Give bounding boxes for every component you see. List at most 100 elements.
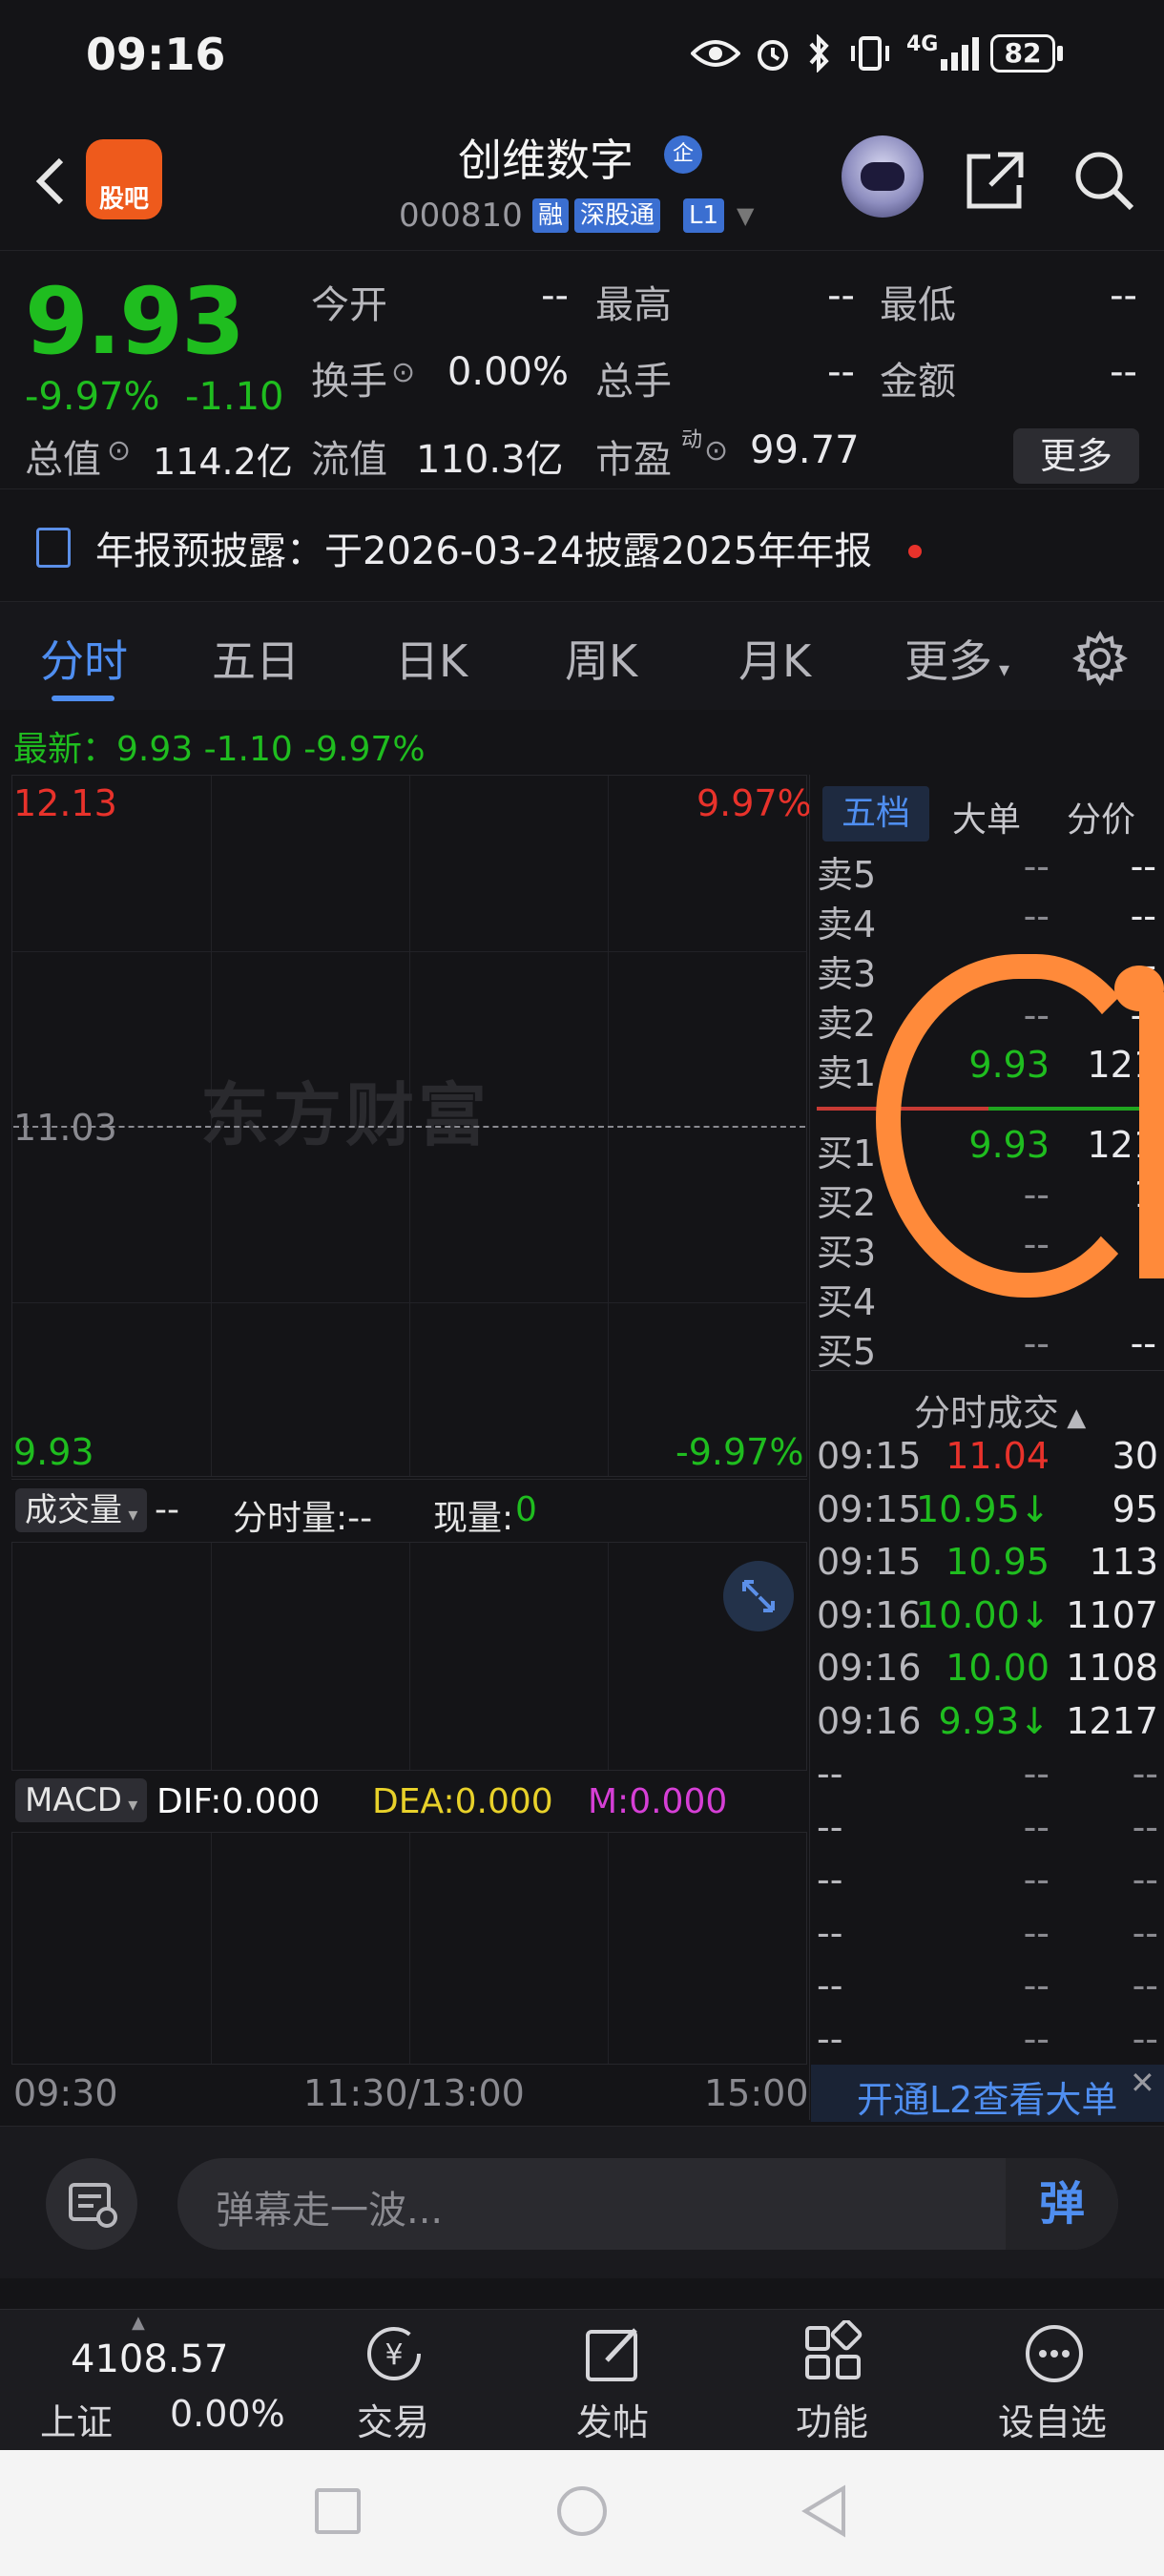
tab-price-distribution[interactable]: 分价	[1067, 792, 1135, 841]
l2-banner-text[interactable]: 开通L2查看大单	[857, 2070, 1117, 2123]
tab-daily-k[interactable]: 日K	[395, 627, 468, 690]
ask-level-label: 卖2	[817, 1003, 877, 1045]
nav-functions[interactable]: 功能	[796, 2393, 868, 2445]
nav-post[interactable]: 发帖	[576, 2393, 649, 2445]
status-time: 09:16	[86, 29, 226, 80]
volume-value: --	[827, 350, 855, 394]
index-value[interactable]: 4108.57	[71, 2337, 228, 2381]
chart-tabs: 分时 五日 日K 周K 月K 更多 ▾	[0, 601, 1164, 710]
more-dots-icon[interactable]	[1021, 2320, 1088, 2391]
tab-large-orders[interactable]: 大单	[952, 792, 1021, 841]
trade-time: --	[817, 1964, 843, 2006]
recent-apps-icon[interactable]	[315, 2488, 361, 2534]
tab-monthly-k[interactable]: 月K	[738, 627, 811, 690]
trades-title[interactable]: 分时成交 ▲	[914, 1383, 1086, 1436]
expand-button[interactable]	[723, 1561, 794, 1631]
ask-level-label: 卖3	[817, 953, 877, 995]
share-icon[interactable]	[964, 149, 1027, 216]
grid-line	[12, 951, 806, 952]
trade-icon[interactable]: ¥	[359, 2320, 429, 2391]
highlight-annotation	[1114, 966, 1164, 1011]
low-value: --	[1110, 274, 1137, 318]
nav-trade[interactable]: 交易	[357, 2393, 429, 2445]
minute-volume: 分时量:--	[233, 1499, 373, 1538]
caret-up-icon: ▲	[1059, 1403, 1087, 1432]
ask-price: --	[1023, 845, 1050, 887]
axis-mid-price: 11.03	[13, 1107, 117, 1149]
back-button[interactable]	[23, 153, 80, 210]
bid-level-label: 买4	[817, 1281, 877, 1323]
trade-price: 10.95↓	[916, 1487, 1050, 1530]
network-type: 4G	[906, 32, 939, 56]
latest-line: 最新：9.93 -1.10 -9.97%	[13, 730, 426, 769]
danmu-settings-button[interactable]	[46, 2158, 137, 2250]
trade-volume: 95	[1112, 1487, 1158, 1530]
volume-indicator-select[interactable]: 成交量 ▾	[15, 1488, 148, 1532]
danmu-toggle-button[interactable]: 弹	[1006, 2158, 1118, 2250]
close-icon[interactable]: ✕	[1130, 2065, 1155, 2101]
index-name[interactable]: 上证	[40, 2393, 113, 2445]
status-bar: 09:16 4G 82	[0, 0, 1164, 114]
tab-intraday[interactable]: 分时	[40, 627, 128, 690]
chevron-left-icon	[35, 157, 64, 205]
trade-time: 09:15	[817, 1435, 922, 1477]
divider	[811, 1370, 1164, 1371]
svg-text:¥: ¥	[385, 2338, 403, 2372]
ask-level-label: 卖4	[817, 904, 877, 945]
nav-add-watchlist[interactable]: 设自选	[998, 2393, 1107, 2445]
trade-volume: 1217	[1066, 1699, 1158, 1742]
grid-line	[608, 1543, 609, 1770]
time-axis-start: 09:30	[13, 2072, 118, 2114]
volume-indicator-label: 成交量	[25, 1491, 122, 1529]
expand-icon	[742, 1580, 775, 1612]
search-icon[interactable]	[1070, 147, 1135, 216]
chevron-down-icon[interactable]: ▼	[737, 202, 754, 229]
index-change[interactable]: 0.00%	[170, 2393, 285, 2435]
grid-line	[409, 1543, 410, 1770]
change-amount: -1.10	[185, 375, 284, 419]
trade-time: 09:15	[817, 1487, 922, 1530]
volume-label: 总手	[595, 360, 672, 404]
signal-icon	[939, 36, 981, 74]
caret-down-icon: ▾	[122, 1503, 138, 1526]
level-tag: L1	[683, 198, 725, 233]
tab-more[interactable]: 更多 ▾	[904, 627, 1009, 690]
info-icon[interactable]: ⊙	[107, 434, 131, 467]
previous-close-line	[13, 1126, 805, 1128]
tab-five-day[interactable]: 五日	[212, 627, 300, 690]
quote-panel: 9.93 -9.97% -1.10 今开 -- 最高 -- 最低 -- 换手 ⊙…	[0, 250, 1164, 488]
ask-level-label: 卖1	[817, 1052, 877, 1094]
annual-report-notice[interactable]: 年报预披露：于2026-03-24披露2025年年报	[0, 488, 1164, 593]
trade-time: 09:16	[817, 1699, 922, 1742]
macd-indicator-label: MACD	[25, 1781, 122, 1819]
gear-icon[interactable]	[1071, 630, 1129, 690]
trade-volume: --	[1132, 1753, 1158, 1795]
unread-dot	[908, 545, 922, 558]
grid-apps-icon[interactable]	[800, 2318, 866, 2391]
trade-volume: 1107	[1066, 1593, 1158, 1636]
trade-time: --	[817, 1805, 843, 1848]
trade-price: 10.95	[946, 1541, 1050, 1583]
trade-volume: 1108	[1066, 1647, 1158, 1689]
current-volume-value: 0	[515, 1490, 537, 1529]
tab-five-levels[interactable]: 五档	[822, 786, 929, 841]
highlight-annotation	[1139, 992, 1164, 1278]
more-button[interactable]: 更多	[1013, 428, 1139, 484]
robot-face	[861, 162, 904, 191]
post-icon[interactable]	[580, 2320, 647, 2391]
axis-low-price: 9.93	[13, 1431, 94, 1473]
trade-price: --	[1023, 1964, 1050, 2006]
macd-indicator-select[interactable]: MACD ▾	[15, 1778, 148, 1822]
tab-weekly-k[interactable]: 周K	[565, 627, 637, 690]
bid-level-label: 买1	[817, 1132, 877, 1174]
trade-price: --	[1023, 1911, 1050, 1954]
axis-low-pct: -9.97%	[676, 1431, 804, 1473]
float-value-label: 流值	[311, 438, 387, 482]
trade-price: 11.04	[946, 1435, 1050, 1477]
info-icon[interactable]: ⊙	[704, 434, 728, 467]
trade-time: --	[817, 1753, 843, 1795]
guba-logo[interactable]: 股吧	[86, 139, 162, 219]
info-icon[interactable]: ⊙	[391, 356, 415, 389]
back-triangle-icon[interactable]	[800, 2484, 849, 2542]
home-icon[interactable]	[557, 2486, 607, 2536]
